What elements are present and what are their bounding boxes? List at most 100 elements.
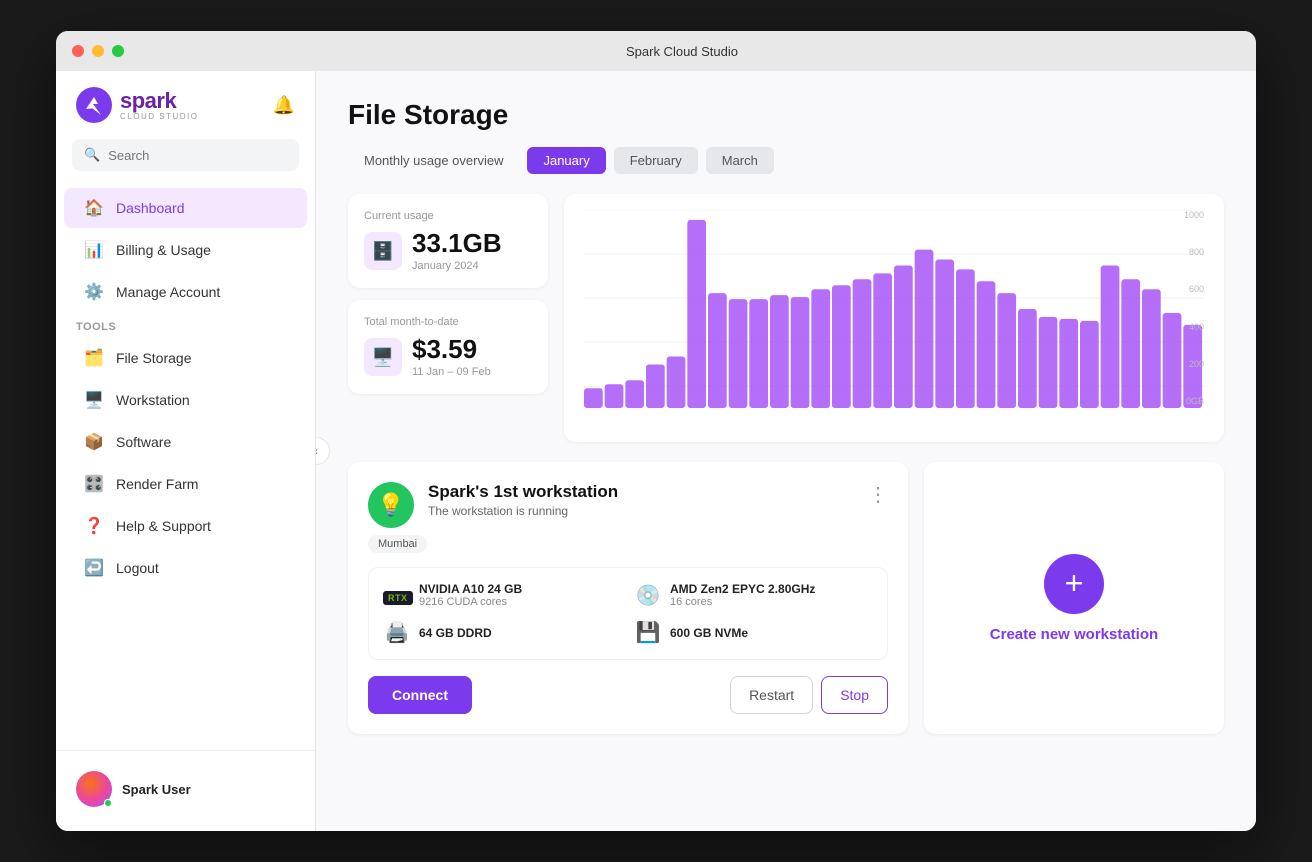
sidebar-item-label: Logout: [116, 560, 159, 576]
gpu-icon: RTX: [383, 584, 411, 607]
spec-storage: 💾 600 GB NVMe: [634, 620, 873, 645]
restart-button[interactable]: Restart: [730, 676, 813, 714]
tab-january[interactable]: January: [527, 147, 605, 174]
usage-chart-card: 1000 800 600 400 200 0GB: [564, 194, 1224, 442]
sidebar-item-label: Dashboard: [116, 200, 185, 216]
logo-name: spark: [120, 90, 198, 112]
ram-icon: 🖨️: [383, 620, 411, 645]
current-usage-sub: January 2024: [412, 260, 502, 272]
current-usage-label: Current usage: [364, 210, 532, 222]
collapse-sidebar-button[interactable]: ‹: [316, 437, 330, 465]
month-tabs: Monthly usage overview January February …: [348, 147, 1224, 174]
logo-text: spark CLOUD STUDIO: [120, 90, 198, 121]
total-cost-label: Total month-to-date: [364, 316, 532, 328]
cpu-icon: 💿: [634, 583, 662, 608]
sidebar-item-workstation[interactable]: 🖥️ Workstation: [64, 380, 307, 420]
search-bar[interactable]: 🔍: [72, 139, 299, 171]
titlebar: Spark Cloud Studio: [56, 31, 1256, 71]
tools-section-label: Tools: [56, 313, 315, 337]
stat-cards: Current usage 🗄️ 33.1GB January 2024 Tot…: [348, 194, 548, 442]
ws-status-icon: 💡: [368, 482, 414, 528]
sidebar-item-billing[interactable]: 📊 Billing & Usage: [64, 230, 307, 270]
sidebar-item-helpsupport[interactable]: ❓ Help & Support: [64, 506, 307, 546]
close-button[interactable]: [72, 45, 84, 57]
logo-sub: CLOUD STUDIO: [120, 112, 198, 121]
billing-stat-icon: 🖥️: [364, 338, 402, 376]
total-cost-value: $3.59: [412, 336, 491, 362]
folder-icon: 🗂️: [84, 348, 104, 368]
total-cost-value-group: $3.59 11 Jan – 09 Feb: [412, 336, 491, 378]
user-card[interactable]: Spark User: [68, 763, 303, 815]
spark-logo-icon: [76, 87, 112, 123]
maximize-button[interactable]: [112, 45, 124, 57]
window-title: Spark Cloud Studio: [124, 44, 1240, 59]
total-cost-card: Total month-to-date 🖥️ $3.59 11 Jan – 09…: [348, 300, 548, 394]
ws-header: 💡 Spark's 1st workstation The workstatio…: [368, 482, 888, 528]
tab-february[interactable]: February: [614, 147, 698, 174]
avatar: [76, 771, 112, 807]
gpu-detail: 9216 CUDA cores: [419, 596, 522, 608]
chart-container: 1000 800 600 400 200 0GB: [584, 210, 1204, 430]
chart-y-axis: 1000 800 600 400 200 0GB: [1164, 210, 1204, 410]
storage-value: 600 GB NVMe: [670, 626, 748, 640]
sidebar-item-label: Manage Account: [116, 284, 220, 300]
search-input[interactable]: [108, 148, 287, 163]
billing-icon: 📊: [84, 240, 104, 260]
spec-ram: 🖨️ 64 GB DDRD: [383, 620, 622, 645]
notification-bell-icon[interactable]: 🔔: [273, 95, 295, 116]
sidebar-item-logout[interactable]: ↩️ Logout: [64, 548, 307, 588]
workstations-row: 💡 Spark's 1st workstation The workstatio…: [348, 462, 1224, 734]
sidebar-item-label: Render Farm: [116, 476, 198, 492]
current-usage-value: 33.1GB: [412, 230, 502, 256]
search-icon: 🔍: [84, 147, 100, 163]
storage-spec-icon: 💾: [634, 620, 662, 645]
sidebar-item-dashboard[interactable]: 🏠 Dashboard: [64, 188, 307, 228]
logout-icon: ↩️: [84, 558, 104, 578]
ws-status: The workstation is running: [428, 504, 854, 518]
main-content: ‹ File Storage Monthly usage overview Ja…: [316, 71, 1256, 831]
logo-group: spark CLOUD STUDIO: [76, 87, 198, 123]
ram-value: 64 GB DDRD: [419, 626, 492, 640]
spec-gpu: RTX NVIDIA A10 24 GB 9216 CUDA cores: [383, 582, 622, 608]
software-icon: 📦: [84, 432, 104, 452]
current-usage-value-group: 33.1GB January 2024: [412, 230, 502, 272]
sidebar-bottom: Spark User: [56, 750, 315, 815]
ws-name: Spark's 1st workstation: [428, 482, 854, 502]
home-icon: 🏠: [84, 198, 104, 218]
create-workstation-card: + Create new workstation: [924, 462, 1224, 734]
sidebar-item-manage[interactable]: ⚙️ Manage Account: [64, 272, 307, 312]
ws-action-secondary: Restart Stop: [730, 676, 888, 714]
online-dot: [104, 799, 112, 807]
storage-icon: 🗄️: [364, 232, 402, 270]
ws-more-button[interactable]: ⋮: [868, 482, 888, 507]
sidebar-item-label: Help & Support: [116, 518, 211, 534]
create-workstation-button[interactable]: +: [1044, 554, 1104, 614]
sidebar-item-filestorage[interactable]: 🗂️ File Storage: [64, 338, 307, 378]
monthly-overview-label: Monthly usage overview: [348, 147, 519, 174]
sidebar-item-label: Software: [116, 434, 171, 450]
current-usage-card: Current usage 🗄️ 33.1GB January 2024: [348, 194, 548, 288]
chart-svg: [584, 210, 1204, 430]
gear-icon: ⚙️: [84, 282, 104, 302]
sidebar-item-label: File Storage: [116, 350, 191, 366]
sidebar-header: spark CLOUD STUDIO 🔔: [56, 87, 315, 139]
minimize-button[interactable]: [92, 45, 104, 57]
ws-location-badge: Mumbai: [368, 535, 427, 553]
tab-march[interactable]: March: [706, 147, 774, 174]
sidebar-item-renderfarm[interactable]: 🎛️ Render Farm: [64, 464, 307, 504]
spec-cpu: 💿 AMD Zen2 EPYC 2.80GHz 16 cores: [634, 582, 873, 608]
total-cost-row: 🖥️ $3.59 11 Jan – 09 Feb: [364, 336, 532, 378]
page-title: File Storage: [348, 99, 1224, 131]
user-name: Spark User: [122, 782, 191, 797]
renderfarm-icon: 🎛️: [84, 474, 104, 494]
connect-button[interactable]: Connect: [368, 676, 472, 714]
ws-info: Spark's 1st workstation The workstation …: [428, 482, 854, 518]
sidebar-item-software[interactable]: 📦 Software: [64, 422, 307, 462]
gpu-name: NVIDIA A10 24 GB: [419, 582, 522, 596]
stop-button[interactable]: Stop: [821, 676, 888, 714]
monitor-icon: 🖥️: [84, 390, 104, 410]
ws-specs: RTX NVIDIA A10 24 GB 9216 CUDA cores 💿 A…: [368, 567, 888, 660]
help-icon: ❓: [84, 516, 104, 536]
total-cost-sub: 11 Jan – 09 Feb: [412, 366, 491, 378]
current-usage-row: 🗄️ 33.1GB January 2024: [364, 230, 532, 272]
